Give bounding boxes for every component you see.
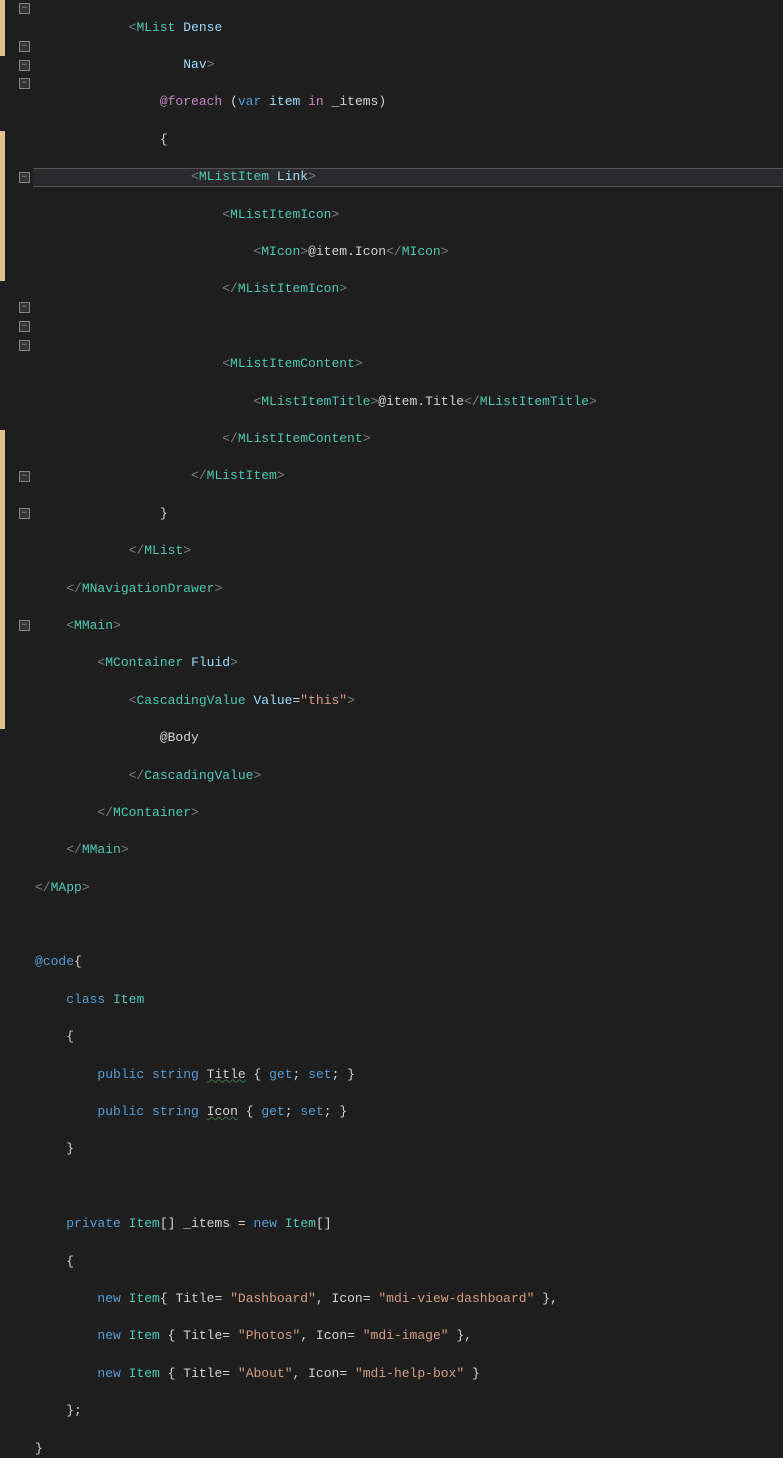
code-line[interactable]: </CascadingValue>	[33, 767, 783, 786]
code-line[interactable]: class Item	[33, 991, 783, 1010]
code-line[interactable]: <MContainer Fluid>	[33, 654, 783, 673]
code-line[interactable]: }	[33, 1140, 783, 1159]
code-line[interactable]: </MListItemIcon>	[33, 280, 783, 299]
code-line[interactable]: <MList Dense	[33, 19, 783, 38]
code-line[interactable]: @Body	[33, 729, 783, 748]
fold-gutter: − − − − − − − − − − −	[5, 0, 33, 729]
code-line[interactable]: public string Title { get; set; }	[33, 1066, 783, 1085]
code-line[interactable]: <MListItemContent>	[33, 355, 783, 374]
code-line[interactable]: public string Icon { get; set; }	[33, 1103, 783, 1122]
code-line[interactable]: }	[33, 505, 783, 524]
code-line[interactable]: @foreach (var item in _items)	[33, 93, 783, 112]
code-line[interactable]: </MApp>	[33, 879, 783, 898]
code-line[interactable]: Nav>	[33, 56, 783, 75]
code-line[interactable]: {	[33, 131, 783, 150]
fold-toggle[interactable]: −	[19, 508, 30, 519]
fold-toggle[interactable]: −	[19, 3, 30, 14]
code-line[interactable]: new Item { Title= "Photos", Icon= "mdi-i…	[33, 1327, 783, 1346]
fold-toggle[interactable]: −	[19, 60, 30, 71]
code-line[interactable]: </MMain>	[33, 841, 783, 860]
code-line[interactable]: </MContainer>	[33, 804, 783, 823]
code-line[interactable]: </MList>	[33, 542, 783, 561]
fold-toggle[interactable]: −	[19, 78, 30, 89]
fold-toggle[interactable]: −	[19, 41, 30, 52]
fold-toggle[interactable]: −	[19, 471, 30, 482]
fold-toggle[interactable]: −	[19, 302, 30, 313]
code-line[interactable]	[33, 916, 783, 935]
code-line[interactable]: </MNavigationDrawer>	[33, 580, 783, 599]
code-line[interactable]: }	[33, 1440, 783, 1458]
code-line[interactable]: <MListItemTitle>@item.Title</MListItemTi…	[33, 393, 783, 412]
fold-toggle[interactable]: −	[19, 620, 30, 631]
code-line[interactable]: </MListItemContent>	[33, 430, 783, 449]
code-line[interactable]: @code{	[33, 953, 783, 972]
code-line[interactable]: new Item{ Title= "Dashboard", Icon= "mdi…	[33, 1290, 783, 1309]
code-editor[interactable]: − − − − − − − − − − − <MList Dense Nav> …	[0, 0, 783, 729]
code-line[interactable]: {	[33, 1253, 783, 1272]
code-line[interactable]: </MListItem>	[33, 467, 783, 486]
code-line[interactable]: <MMain>	[33, 617, 783, 636]
code-line[interactable]: };	[33, 1402, 783, 1421]
code-line[interactable]: <CascadingValue Value="this">	[33, 692, 783, 711]
code-line[interactable]	[33, 318, 783, 337]
code-line[interactable]: {	[33, 1028, 783, 1047]
code-line[interactable]: new Item { Title= "About", Icon= "mdi-he…	[33, 1365, 783, 1384]
fold-toggle[interactable]: −	[19, 321, 30, 332]
code-line[interactable]: private Item[] _items = new Item[]	[33, 1215, 783, 1234]
code-line-current[interactable]: <MListItem Link>	[33, 168, 783, 187]
code-line[interactable]: <MListItemIcon>	[33, 206, 783, 225]
code-area[interactable]: <MList Dense Nav> @foreach (var item in …	[33, 0, 783, 729]
fold-toggle[interactable]: −	[19, 172, 30, 183]
code-line[interactable]	[33, 1178, 783, 1197]
code-line[interactable]: <MIcon>@item.Icon</MIcon>	[33, 243, 783, 262]
fold-toggle[interactable]: −	[19, 340, 30, 351]
